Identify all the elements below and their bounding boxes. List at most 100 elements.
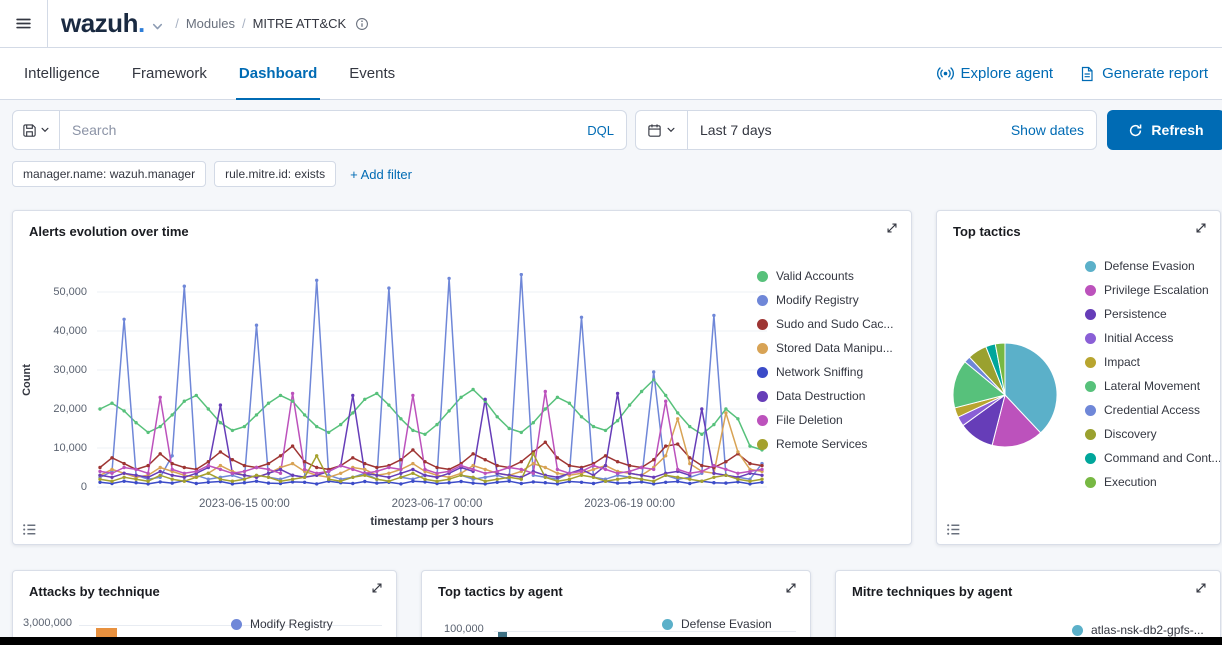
legend-item[interactable]: Remote Services — [757, 437, 893, 451]
legend-label: Privilege Escalation — [1104, 283, 1209, 297]
legend-item[interactable]: Discovery — [1085, 427, 1221, 441]
breadcrumb-modules[interactable]: Modules — [186, 16, 235, 31]
legend-label: Modify Registry — [250, 617, 333, 631]
legend-label: Sudo and Sudo Cac... — [776, 317, 893, 331]
legend-label: Valid Accounts — [776, 269, 854, 283]
legend-item[interactable]: Credential Access — [1085, 403, 1221, 417]
legend-dot — [757, 391, 768, 402]
tab-events[interactable]: Events — [333, 48, 411, 99]
legend-dot — [757, 439, 768, 450]
legend-item[interactable]: Data Destruction — [757, 389, 893, 403]
alerts-x-axis: 2023-06-15 00:00 2023-06-17 00:00 2023-06-… — [97, 498, 767, 514]
panel-mitre-techniques-by-agent: Mitre techniques by agent atlas-nsk-db2-… — [835, 570, 1221, 645]
panel-alerts-evolution: Alerts evolution over time Count 0 10,000… — [12, 210, 912, 545]
logo[interactable]: wazuh. — [61, 8, 169, 39]
expand-icon[interactable] — [1194, 221, 1208, 235]
gridline — [494, 631, 796, 632]
tactics-legend: Defense Evasion Privilege Escalation Persi… — [1085, 259, 1221, 489]
y-tick-label: 0 — [81, 481, 87, 493]
search-box: DQL — [60, 110, 627, 150]
legend-item[interactable]: Sudo and Sudo Cac... — [757, 317, 893, 331]
x-tick-label: 2023-06-15 00:00 — [199, 498, 290, 510]
generate-report-button[interactable]: Generate report — [1079, 65, 1208, 82]
expand-icon[interactable] — [1194, 581, 1208, 595]
refresh-icon — [1128, 123, 1143, 138]
legend-dot — [757, 319, 768, 330]
legend-item[interactable]: Initial Access — [1085, 331, 1221, 345]
legend-item[interactable]: Valid Accounts — [757, 269, 893, 283]
legend-dot — [757, 295, 768, 306]
filter-pill[interactable]: rule.mitre.id: exists — [214, 161, 336, 187]
legend-item[interactable]: Impact — [1085, 355, 1221, 369]
legend-dot — [1085, 453, 1096, 464]
refresh-button[interactable]: Refresh — [1107, 110, 1222, 150]
search-input[interactable] — [72, 122, 587, 138]
module-tabs-bar: IntelligenceFrameworkDashboardEvents Exp… — [0, 48, 1222, 100]
tab-intelligence[interactable]: Intelligence — [8, 48, 116, 99]
legend-item[interactable]: File Deletion — [757, 413, 893, 427]
legend-item[interactable]: Stored Data Manipu... — [757, 341, 893, 355]
dashboard-content: DQL Last 7 days Show dates Refr — [0, 100, 1222, 645]
inspect-icon[interactable] — [945, 521, 962, 538]
legend-label: Credential Access — [1104, 403, 1200, 417]
legend-dot — [1072, 625, 1083, 636]
y-tick-label: 20,000 — [53, 403, 87, 415]
legend-item[interactable]: atlas-nsk-db2-gpfs-... — [1072, 623, 1204, 637]
chevron-down-icon[interactable] — [150, 19, 165, 34]
info-icon[interactable] — [355, 17, 369, 31]
expand-icon[interactable] — [784, 581, 798, 595]
legend-dot — [1085, 477, 1096, 488]
query-language-button[interactable]: DQL — [587, 123, 614, 138]
y-axis-title: Count — [21, 340, 33, 420]
legend-label: Execution — [1104, 475, 1157, 489]
filter-pill[interactable]: manager.name: wazuh.manager — [12, 161, 206, 187]
explore-agent-button[interactable]: Explore agent — [937, 65, 1054, 82]
panel-title: Alerts evolution over time — [29, 224, 189, 239]
legend-label: Lateral Movement — [1104, 379, 1200, 393]
legend-dot — [1085, 381, 1096, 392]
screen-edge — [0, 637, 1222, 645]
legend-item[interactable]: Defense Evasion — [662, 617, 772, 631]
generate-report-label: Generate report — [1102, 65, 1208, 82]
legend-item[interactable]: Persistence — [1085, 307, 1221, 321]
generate-report-icon — [1079, 66, 1095, 82]
legend-dot — [1085, 405, 1096, 416]
explore-agent-label: Explore agent — [961, 65, 1054, 82]
date-range-label[interactable]: Last 7 days — [688, 122, 1011, 138]
legend-label: Defense Evasion — [1104, 259, 1195, 273]
panel-attacks-by-technique: Attacks by technique 3,000,000 Modify Re… — [12, 570, 397, 645]
tab-dashboard[interactable]: Dashboard — [223, 48, 333, 99]
x-tick-label: 2023-06-19 00:00 — [584, 498, 675, 510]
legend-item[interactable]: Lateral Movement — [1085, 379, 1221, 393]
legend-item[interactable]: Modify Registry — [757, 293, 893, 307]
legend-item[interactable]: Execution — [1085, 475, 1221, 489]
inspect-icon[interactable] — [21, 521, 38, 538]
panel-title: Attacks by technique — [29, 584, 160, 599]
expand-icon[interactable] — [885, 221, 899, 235]
refresh-label: Refresh — [1151, 122, 1203, 138]
legend-item[interactable]: Modify Registry — [231, 617, 333, 631]
legend-label: atlas-nsk-db2-gpfs-... — [1091, 623, 1204, 637]
legend-item[interactable]: Defense Evasion — [1085, 259, 1221, 273]
saved-queries-button[interactable] — [12, 110, 60, 150]
tab-framework[interactable]: Framework — [116, 48, 223, 99]
search-row: DQL Last 7 days Show dates Refr — [12, 110, 1222, 150]
legend-label: Modify Registry — [776, 293, 859, 307]
y-tick-label: 100,000 — [444, 623, 484, 635]
legend-dot — [1085, 261, 1096, 272]
calendar-button[interactable] — [636, 111, 688, 149]
add-filter-button[interactable]: + Add filter — [350, 167, 412, 182]
legend-item[interactable]: Command and Cont... — [1085, 451, 1221, 465]
alerts-evolution-plot — [97, 273, 767, 493]
y-tick-label: 30,000 — [53, 364, 87, 376]
logo-text: wazuh — [61, 8, 138, 39]
x-tick-label: 2023-06-17 00:00 — [392, 498, 483, 510]
legend-item[interactable]: Privilege Escalation — [1085, 283, 1221, 297]
y-tick-label: 10,000 — [53, 442, 87, 454]
legend-dot — [757, 415, 768, 426]
menu-icon[interactable] — [0, 0, 48, 47]
save-icon — [22, 123, 37, 138]
expand-icon[interactable] — [370, 581, 384, 595]
legend-item[interactable]: Network Sniffing — [757, 365, 893, 379]
show-dates-button[interactable]: Show dates — [1011, 122, 1096, 138]
